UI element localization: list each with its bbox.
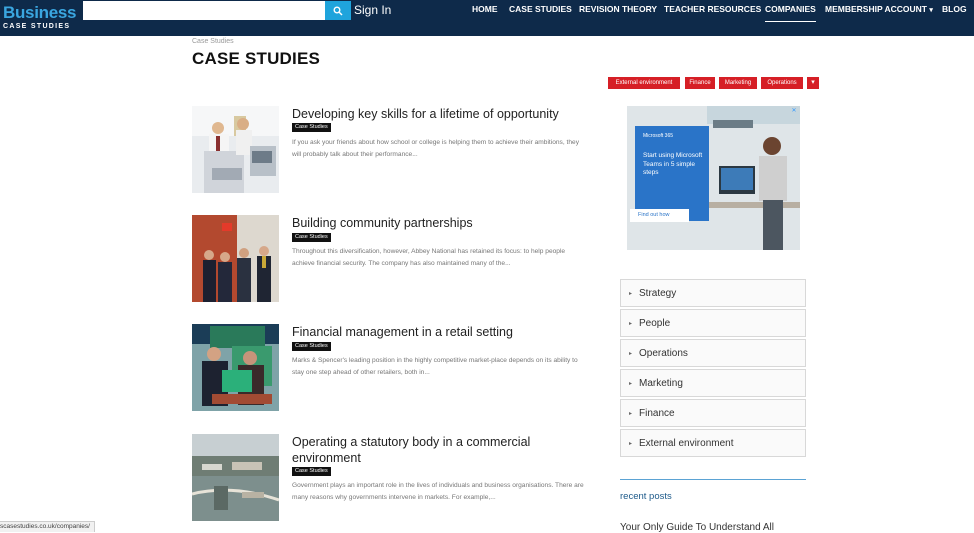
- chevron-down-icon: ▾: [929, 7, 933, 14]
- sign-in-link[interactable]: Sign In: [354, 2, 391, 18]
- tag-finance[interactable]: Finance: [685, 77, 715, 89]
- recent-posts-heading: recent posts: [620, 491, 672, 502]
- article-title[interactable]: Operating a statutory body in a commerci…: [292, 434, 592, 466]
- article-excerpt: Marks & Spencer's leading position in th…: [292, 357, 578, 376]
- nav-membership-account-label: MEMBERSHIP ACCOUNT: [825, 4, 928, 14]
- caret-right-icon: ▸: [629, 351, 633, 357]
- article-excerpt: If you ask your friends about how school…: [292, 139, 579, 158]
- divider: [620, 479, 806, 480]
- nav-case-studies[interactable]: CASE STUDIES: [509, 3, 572, 15]
- article-card: Developing key skills for a lifetime of …: [192, 106, 592, 196]
- sidebar-category-external-environment[interactable]: ▸ External environment: [620, 429, 806, 457]
- ad-headline: Start using Microsoft Teams in 5 simple …: [643, 152, 703, 176]
- article-card: Financial management in a retail setting…: [192, 324, 592, 414]
- article-category-badge[interactable]: Case Studies: [292, 342, 331, 351]
- nav-companies[interactable]: COMPANIES: [765, 3, 816, 22]
- nav-home[interactable]: HOME: [472, 3, 498, 15]
- article-thumbnail[interactable]: [192, 434, 279, 521]
- sidebar-category-label: People: [639, 318, 671, 329]
- article-title[interactable]: Financial management in a retail setting: [292, 324, 592, 340]
- nav-revision-theory[interactable]: REVISION THEORY: [579, 3, 657, 15]
- ad-message-card: Microsoft 365 Start using Microsoft Team…: [635, 126, 709, 221]
- ad-cta-button[interactable]: Find out how: [630, 209, 689, 222]
- sidebar-category-marketing[interactable]: ▸ Marketing: [620, 369, 806, 397]
- sidebar-category-label: External environment: [639, 438, 734, 449]
- search-input[interactable]: [83, 1, 325, 20]
- sidebar-category-people[interactable]: ▸ People: [620, 309, 806, 337]
- chevron-down-icon: ▾: [811, 79, 815, 86]
- top-navigation-bar: Business CASE STUDIES Sign In HOME CASE …: [0, 0, 974, 36]
- ad-brand: Microsoft 365: [643, 133, 674, 139]
- tag-external-environment[interactable]: External environment: [608, 77, 680, 89]
- sidebar-category-label: Marketing: [639, 378, 683, 389]
- logo-subtitle: CASE STUDIES: [3, 23, 71, 30]
- nav-membership-account[interactable]: MEMBERSHIP ACCOUNT ▾: [825, 3, 933, 17]
- page-title: CASE STUDIES: [192, 49, 321, 68]
- search-icon: [333, 6, 343, 16]
- tag-operations[interactable]: Operations: [761, 77, 803, 89]
- search-button[interactable]: [325, 1, 351, 20]
- nav-teacher-resources[interactable]: TEACHER RESOURCES: [664, 3, 761, 15]
- sidebar-category-finance[interactable]: ▸ Finance: [620, 399, 806, 427]
- tag-marketing[interactable]: Marketing: [719, 77, 757, 89]
- article-category-badge[interactable]: Case Studies: [292, 233, 331, 242]
- article-excerpt: Government plays an important role in th…: [292, 482, 584, 501]
- sidebar-category-label: Operations: [639, 348, 688, 359]
- breadcrumb[interactable]: Case Studies: [192, 38, 234, 45]
- logo-title: Business: [3, 3, 77, 22]
- article-category-badge[interactable]: Case Studies: [292, 467, 331, 476]
- caret-right-icon: ▸: [629, 381, 633, 387]
- recent-post-link[interactable]: Your Only Guide To Understand All: [620, 522, 774, 533]
- article-thumbnail[interactable]: [192, 324, 279, 411]
- tags-expand-button[interactable]: ▾: [807, 77, 819, 89]
- site-logo[interactable]: Business CASE STUDIES: [3, 4, 79, 32]
- article-card: Operating a statutory body in a commerci…: [192, 434, 592, 524]
- sidebar-category-label: Finance: [639, 408, 675, 419]
- browser-status-url: scasestudies.co.uk/companies/: [0, 521, 95, 532]
- sidebar-advertisement[interactable]: Microsoft 365 Start using Microsoft Team…: [627, 106, 800, 250]
- sidebar-category-label: Strategy: [639, 288, 677, 299]
- ad-close-icon[interactable]: ✕: [789, 107, 799, 116]
- article-category-badge[interactable]: Case Studies: [292, 123, 331, 132]
- caret-right-icon: ▸: [629, 441, 633, 447]
- article-title[interactable]: Building community partnerships: [292, 215, 592, 231]
- article-thumbnail[interactable]: [192, 106, 279, 193]
- nav-blog[interactable]: BLOG: [942, 3, 967, 15]
- article-card: Building community partnerships Case Stu…: [192, 215, 592, 305]
- caret-right-icon: ▸: [629, 411, 633, 417]
- article-excerpt: Throughout this diversification, however…: [292, 248, 566, 267]
- sidebar-category-operations[interactable]: ▸ Operations: [620, 339, 806, 367]
- caret-right-icon: ▸: [629, 321, 633, 327]
- article-title[interactable]: Developing key skills for a lifetime of …: [292, 106, 592, 122]
- sidebar-category-strategy[interactable]: ▸ Strategy: [620, 279, 806, 307]
- caret-right-icon: ▸: [629, 291, 633, 297]
- article-thumbnail[interactable]: [192, 215, 279, 302]
